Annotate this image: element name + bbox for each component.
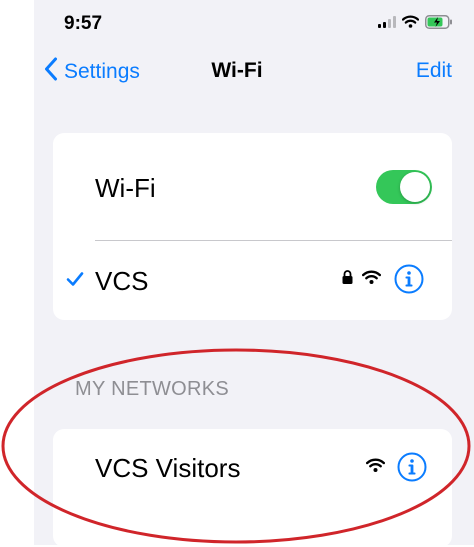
my-networks-header: MY NETWORKS <box>75 378 230 400</box>
current-network-row[interactable]: VCS <box>53 241 452 320</box>
status-time: 9:57 <box>64 13 103 34</box>
network-row-vcs-visitors[interactable]: VCS Visitors <box>53 429 452 509</box>
current-network-icons <box>342 264 424 294</box>
info-icon[interactable] <box>394 264 424 294</box>
edit-button[interactable]: Edit <box>400 59 452 83</box>
my-networks-card: VCS Visitors <box>53 429 452 547</box>
current-network-name: VCS <box>95 266 149 296</box>
wifi-icon <box>366 458 385 477</box>
wifi-settings-card: Wi-Fi VCS <box>53 133 452 320</box>
battery-charging-icon <box>425 14 453 34</box>
network-name: VCS Visitors <box>95 453 241 483</box>
toggle-knob <box>400 172 430 202</box>
info-icon[interactable] <box>397 452 427 482</box>
network-icons <box>366 452 427 482</box>
wifi-toggle-switch[interactable] <box>376 170 432 204</box>
status-icons <box>378 14 453 34</box>
wifi-toggle-label: Wi-Fi <box>95 173 156 203</box>
checkmark-icon <box>66 271 84 292</box>
status-wifi-icon <box>401 15 420 33</box>
cellular-signal-icon <box>378 15 396 33</box>
wifi-icon <box>362 270 381 289</box>
lock-icon <box>342 269 353 289</box>
